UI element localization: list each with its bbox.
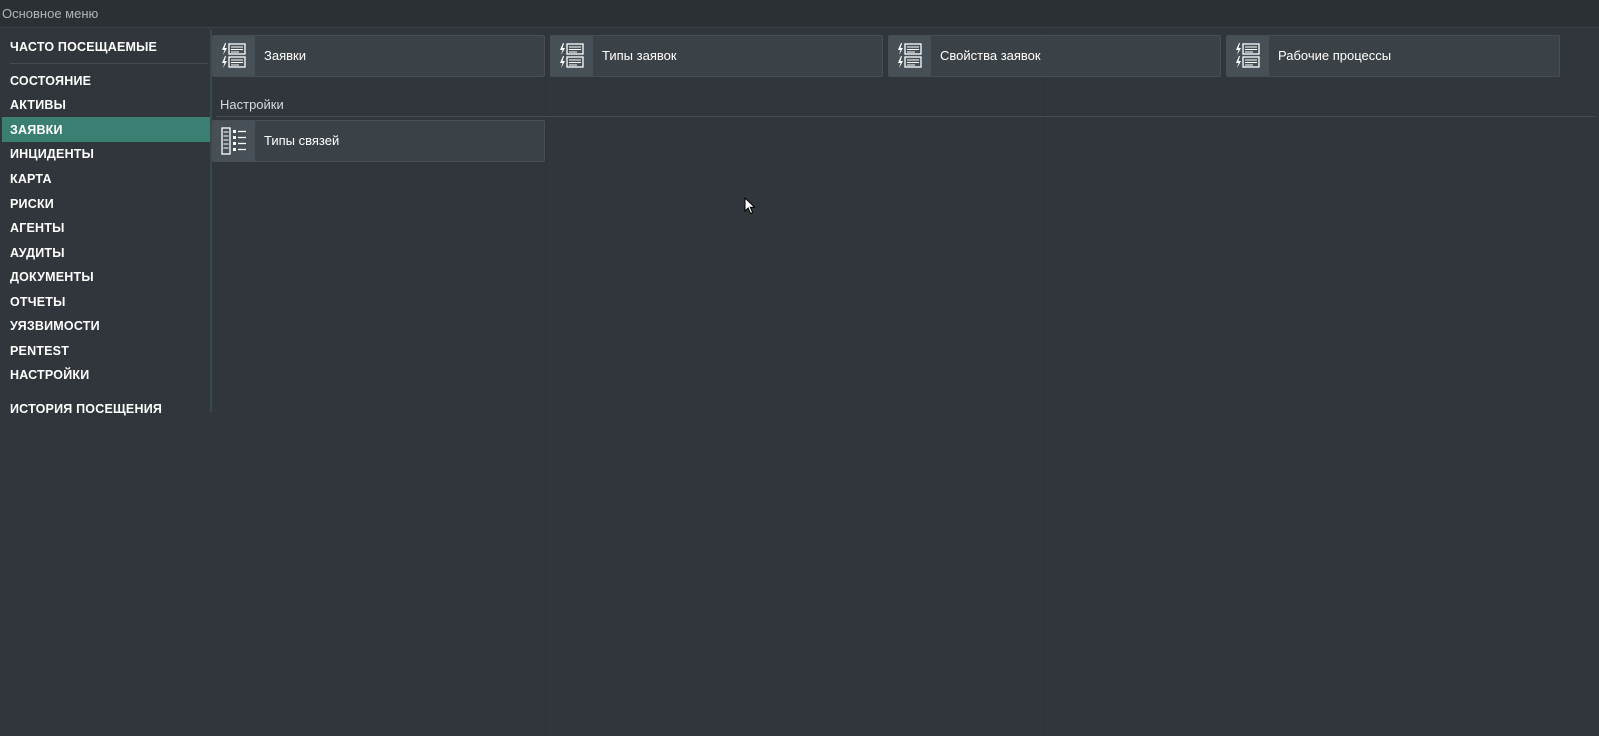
tile-label: Типы заявок (602, 48, 677, 63)
mouse-cursor-icon (744, 196, 756, 220)
tile-workflows[interactable]: Рабочие процессы (1226, 35, 1560, 77)
sidebar-item-settings[interactable]: НАСТРОЙКИ (2, 362, 210, 387)
window-title: Основное меню (0, 0, 1599, 28)
ticket-list-icon (889, 36, 931, 76)
sidebar-item-incidents[interactable]: ИНЦИДЕНТЫ (2, 141, 210, 166)
sidebar-item-vulnerabilities[interactable]: УЯЗВИМОСТИ (2, 313, 210, 338)
sidebar-item-tickets[interactable]: ЗАЯВКИ (2, 117, 210, 142)
sidebar-item-risks[interactable]: РИСКИ (2, 191, 210, 216)
sidebar-item-assets[interactable]: АКТИВЫ (2, 92, 210, 117)
sidebar-item-pentest[interactable]: PENTEST (2, 338, 210, 363)
sidebar-divider (10, 63, 208, 64)
sidebar-item-documents[interactable]: ДОКУМЕНТЫ (2, 264, 210, 289)
tile-label: Свойства заявок (940, 48, 1041, 63)
main-panel: Заявки Типы заявок Свойства заявок Рабоч… (212, 28, 1599, 736)
ticket-list-icon (1227, 36, 1269, 76)
sidebar-item-audits[interactable]: АУДИТЫ (2, 240, 210, 265)
ticket-list-icon (213, 36, 255, 76)
sidebar: ЧАСТО ПОСЕЩАЕМЫЕ СОСТОЯНИЕ АКТИВЫ ЗАЯВКИ… (0, 28, 212, 736)
sidebar-item-history[interactable]: ИСТОРИЯ ПОСЕЩЕНИЯ (2, 396, 210, 421)
tile-label: Рабочие процессы (1278, 48, 1392, 63)
tile-tickets[interactable]: Заявки (212, 35, 545, 77)
tile-link-types[interactable]: Типы связей (212, 120, 545, 162)
sidebar-item-map[interactable]: КАРТА (2, 166, 210, 191)
sidebar-item-agents[interactable]: АГЕНТЫ (2, 215, 210, 240)
column-guide (1043, 28, 1044, 736)
sidebar-item-reports[interactable]: ОТЧЕТЫ (2, 289, 210, 314)
sidebar-item-frequent[interactable]: ЧАСТО ПОСЕЩАЕМЫЕ (2, 34, 210, 59)
ticket-list-icon (551, 36, 593, 76)
sidebar-item-status[interactable]: СОСТОЯНИЕ (2, 68, 210, 93)
link-types-icon (213, 121, 255, 161)
tile-ticket-types[interactable]: Типы заявок (550, 35, 883, 77)
column-guide (545, 28, 546, 736)
tile-ticket-properties[interactable]: Свойства заявок (888, 35, 1221, 77)
section-title-settings: Настройки (220, 97, 284, 112)
tile-label: Заявки (264, 48, 306, 63)
section-divider (216, 116, 1596, 117)
tile-label: Типы связей (264, 133, 340, 148)
